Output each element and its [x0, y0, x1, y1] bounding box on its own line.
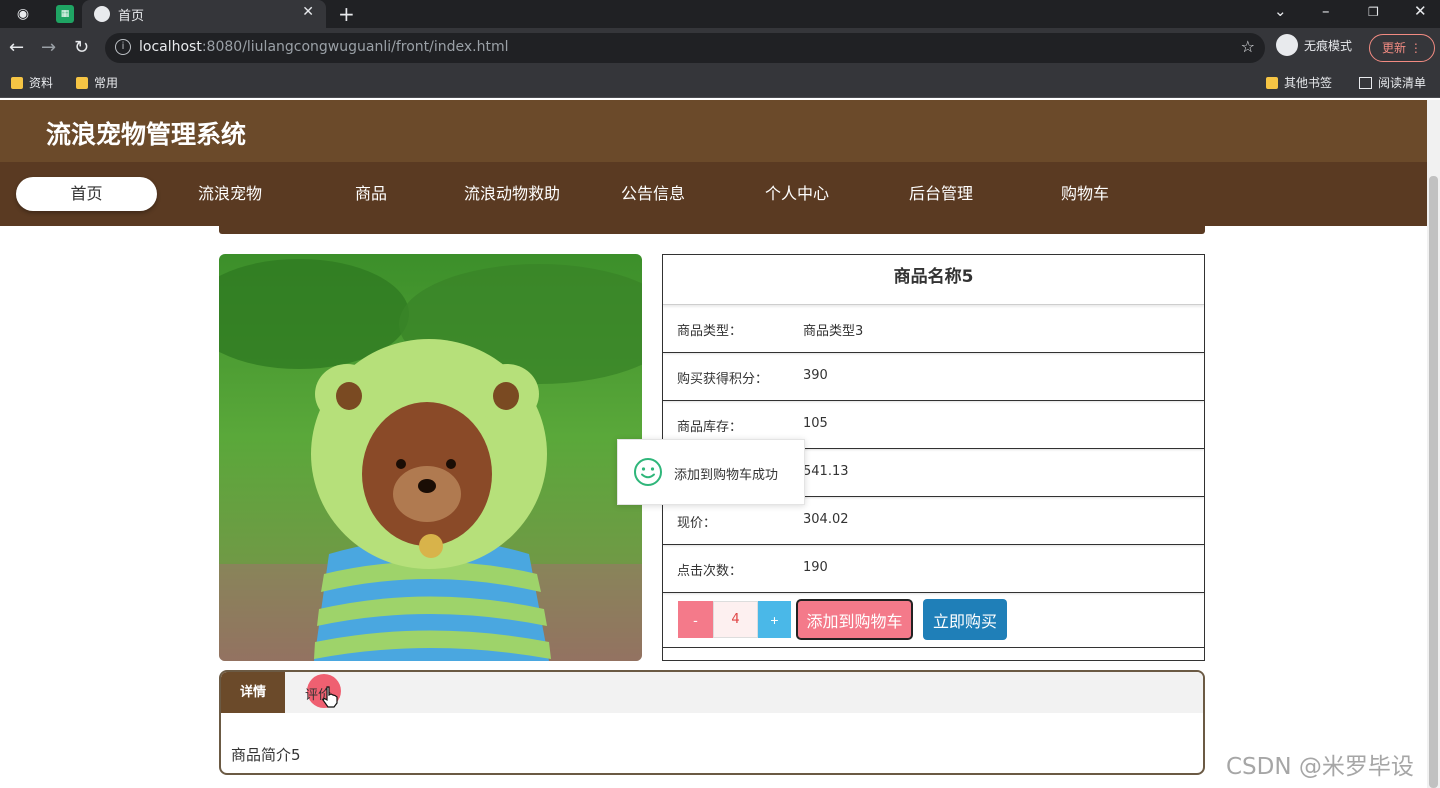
detail-tabs: 详情 评价 商品简介5: [219, 670, 1205, 775]
product-image: [219, 254, 642, 661]
bookmark-folder[interactable]: 资料: [11, 74, 53, 91]
purchase-actions: - + 添加到购物车 立即购买: [663, 593, 1204, 648]
info-row-clicks: 点击次数： 190: [663, 545, 1204, 593]
buy-now-button[interactable]: 立即购买: [923, 599, 1007, 640]
nav-personal-center[interactable]: 个人中心: [742, 177, 852, 211]
globe-icon[interactable]: ◉: [14, 5, 32, 23]
window-close-icon[interactable]: ✕: [1414, 2, 1427, 20]
site-header: 流浪宠物管理系统: [0, 100, 1427, 162]
reading-list-icon: [1359, 76, 1372, 89]
watermark: CSDN @米罗毕设: [1226, 754, 1414, 780]
info-value: 商品类型3: [803, 324, 864, 339]
nav-home[interactable]: 首页: [16, 177, 157, 211]
info-value: 390: [803, 368, 828, 383]
info-label: 点击次数：: [677, 564, 743, 579]
smile-icon: [634, 458, 662, 486]
nav-stray-pets[interactable]: 流浪宠物: [170, 177, 290, 211]
browser-tab-bar: ◉ ▦ 首页 ✕ + ⌄ – ❐ ✕: [0, 0, 1440, 28]
back-arrow-icon[interactable]: ←: [9, 37, 24, 59]
incognito-indicator[interactable]: 无痕模式: [1276, 34, 1352, 56]
info-label: 商品库存：: [677, 420, 743, 435]
nav-products[interactable]: 商品: [316, 177, 426, 211]
main-nav: 首页 流浪宠物 商品 流浪动物救助 公告信息 个人中心 后台管理 购物车: [0, 162, 1427, 226]
tab-globe-icon: [94, 6, 110, 22]
nav-admin[interactable]: 后台管理: [886, 177, 996, 211]
new-tab-icon[interactable]: +: [338, 2, 355, 26]
folder-icon: [11, 76, 23, 89]
chevron-down-icon[interactable]: ⌄: [1274, 2, 1287, 20]
incognito-icon: [1276, 34, 1298, 56]
info-row-type: 商品类型： 商品类型3: [663, 305, 1204, 353]
quantity-input[interactable]: [713, 601, 758, 638]
quantity-decrease-button[interactable]: -: [678, 601, 713, 638]
tab-title: 首页: [118, 9, 145, 24]
close-icon[interactable]: ✕: [302, 4, 314, 20]
url-text: localhost:8080/liulangcongwuguanli/front…: [139, 39, 509, 55]
tabs-header: 详情 评价: [221, 672, 1203, 713]
restore-icon[interactable]: ❐: [1368, 5, 1379, 19]
product-name: 商品名称5: [663, 255, 1204, 305]
hand-cursor-icon: [322, 686, 338, 708]
other-bookmarks[interactable]: 其他书签: [1266, 74, 1332, 91]
scrollbar-thumb[interactable]: [1429, 176, 1438, 788]
info-icon[interactable]: i: [115, 39, 131, 55]
forward-arrow-icon[interactable]: →: [41, 37, 56, 59]
folder-icon: [1266, 76, 1278, 89]
incognito-label: 无痕模式: [1304, 38, 1353, 53]
nav-cart[interactable]: 购物车: [1030, 177, 1140, 211]
info-label: 购买获得积分：: [677, 372, 769, 387]
update-button[interactable]: 更新 ⋮: [1369, 34, 1435, 62]
minimize-icon[interactable]: –: [1322, 2, 1330, 20]
reading-list[interactable]: 阅读清单: [1359, 74, 1426, 91]
address-bar[interactable]: i localhost:8080/liulangcongwuguanli/fro…: [105, 33, 1265, 63]
tab-content: 商品简介5: [231, 746, 301, 764]
nav-rescue[interactable]: 流浪动物救助: [450, 177, 574, 211]
info-label: 现价：: [677, 516, 717, 531]
browser-toolbar: ← → ↻ i localhost:8080/liulangcongwuguan…: [0, 28, 1440, 68]
success-toast: 添加到购物车成功: [617, 439, 805, 505]
bookmark-folder[interactable]: 常用: [76, 74, 118, 91]
nav-announcements[interactable]: 公告信息: [598, 177, 708, 211]
reload-icon[interactable]: ↻: [74, 37, 89, 59]
info-row-points: 购买获得积分： 390: [663, 353, 1204, 401]
info-value: 304.02: [803, 512, 849, 527]
info-value: 105: [803, 416, 828, 431]
toast-message: 添加到购物车成功: [674, 468, 779, 483]
nav-underbar: [219, 226, 1205, 234]
site-title: 流浪宠物管理系统: [46, 120, 247, 149]
tab-detail[interactable]: 详情: [221, 672, 285, 713]
folder-icon: [76, 76, 88, 89]
star-icon[interactable]: ☆: [1241, 37, 1255, 56]
browser-tab-active[interactable]: 首页 ✕: [82, 0, 326, 28]
quantity-increase-button[interactable]: +: [758, 601, 791, 638]
info-label: 商品类型：: [677, 324, 743, 339]
bookmarks-bar: 资料 常用 其他书签 阅读清单: [0, 68, 1440, 98]
sheets-icon[interactable]: ▦: [56, 5, 74, 23]
info-value: 190: [803, 560, 828, 575]
info-value: 541.13: [803, 464, 849, 479]
add-to-cart-button[interactable]: 添加到购物车: [796, 599, 913, 640]
